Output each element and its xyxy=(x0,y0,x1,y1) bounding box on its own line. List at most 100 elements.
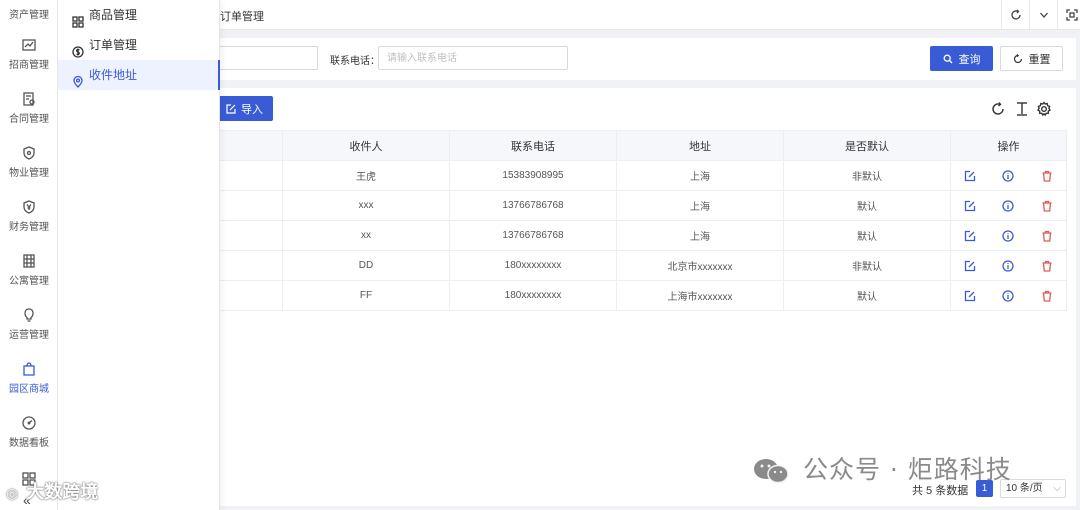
edit-icon[interactable] xyxy=(964,290,976,302)
fullscreen-icon[interactable] xyxy=(1057,0,1080,30)
rail-item-contract[interactable]: 合同管理 xyxy=(0,92,58,138)
column-header-phone[interactable]: 联系电话 xyxy=(449,130,617,161)
cell-address: 北京市xxxxxxx xyxy=(616,250,784,281)
rail-item-label: 物业管理 xyxy=(9,168,49,179)
reset-icon xyxy=(1013,53,1022,63)
shield-icon xyxy=(22,146,36,160)
search-icon xyxy=(943,54,952,63)
info-icon[interactable] xyxy=(1002,289,1015,302)
rail-item-label: 数据看板 xyxy=(9,438,49,449)
watermark-left-text: 大数跨境 xyxy=(26,482,99,502)
info-icon[interactable] xyxy=(1002,169,1015,182)
rail-item-label: 招商管理 xyxy=(9,60,49,71)
rail-item-property[interactable]: 物业管理 xyxy=(0,146,58,192)
submenu-item-label: 商品管理 xyxy=(89,8,138,22)
rail-item-investment[interactable]: 招商管理 xyxy=(0,38,58,84)
cell-default: 非默认 xyxy=(783,160,951,191)
submenu-item-products[interactable]: 商品管理 xyxy=(58,0,220,30)
watermark-text: 公众号 · 炬路科技 xyxy=(802,455,1012,484)
phone-search-input[interactable] xyxy=(378,46,568,70)
cell-actions xyxy=(950,160,1067,191)
submenu-item-orders[interactable]: 订单管理 xyxy=(58,30,220,60)
submenu-flyout: 商品管理 订单管理 收件地址 xyxy=(58,0,220,510)
chevron-down-icon[interactable] xyxy=(1029,0,1057,30)
rail-item-finance[interactable]: 财务管理 xyxy=(0,200,58,246)
delete-icon[interactable] xyxy=(1041,260,1053,272)
query-button[interactable]: 查询 xyxy=(930,46,993,71)
delete-icon[interactable] xyxy=(1041,170,1053,182)
rail-item-apartment[interactable]: 公寓管理 xyxy=(0,254,58,300)
column-height-icon[interactable] xyxy=(1014,101,1030,117)
column-header-actions: 操作 xyxy=(950,130,1067,161)
cell-address: 上海市xxxxxxx xyxy=(616,280,784,311)
info-icon[interactable] xyxy=(1002,259,1015,272)
dashboard-gauge-icon xyxy=(22,416,36,430)
refresh-icon[interactable] xyxy=(1001,0,1029,30)
rail-item-park-mall[interactable]: 园区商城 xyxy=(0,362,58,408)
column-header-default[interactable]: 是否默认 xyxy=(783,130,951,161)
delete-icon[interactable] xyxy=(1041,290,1053,302)
cell-recipient: xx xyxy=(282,220,450,251)
rail-item-label: 公寓管理 xyxy=(9,276,49,287)
column-header-address[interactable]: 地址 xyxy=(616,130,784,161)
cell-address: 上海 xyxy=(616,190,784,221)
reset-button[interactable]: 重置 xyxy=(1000,46,1063,71)
delete-icon[interactable] xyxy=(1041,200,1053,212)
cell-phone: 13766786768 xyxy=(449,190,617,221)
lightbulb-icon xyxy=(22,308,36,322)
cell-recipient: DD xyxy=(282,250,450,281)
column-header-recipient[interactable]: 收件人 xyxy=(282,130,450,161)
submenu-item-label: 订单管理 xyxy=(89,38,138,52)
cell-phone: 180xxxxxxxx xyxy=(449,280,617,311)
cell-recipient: FF xyxy=(282,280,450,311)
edit-icon[interactable] xyxy=(964,200,976,212)
cell-default: 默认 xyxy=(783,280,951,311)
rail-item-dashboard[interactable]: 数据看板 xyxy=(0,416,58,462)
cell-phone: 180xxxxxxxx xyxy=(449,250,617,281)
settings-gear-icon[interactable] xyxy=(1036,101,1052,117)
shopping-bag-icon xyxy=(22,362,36,376)
trend-chart-icon xyxy=(22,38,36,52)
submenu-item-label: 收件地址 xyxy=(89,68,138,82)
watermark-logo: ◎ 大数跨境 xyxy=(6,478,98,504)
rail-item-label: 财务管理 xyxy=(9,222,49,233)
submenu-item-shipping-address[interactable]: 收件地址 xyxy=(58,60,220,90)
name-search-input[interactable] xyxy=(218,46,318,70)
tab-order-management[interactable]: 订单管理 xyxy=(220,8,264,24)
refresh-icon[interactable] xyxy=(990,101,1006,117)
delete-icon[interactable] xyxy=(1041,230,1053,242)
cell-actions xyxy=(950,280,1067,311)
building-icon xyxy=(22,254,36,268)
query-button-label: 查询 xyxy=(958,53,981,66)
rail-item-label: 园区商城 xyxy=(9,384,49,395)
phone-label: 联系电话： xyxy=(330,56,380,67)
contract-icon xyxy=(22,92,36,106)
info-icon[interactable] xyxy=(1002,229,1015,242)
cell-address: 上海 xyxy=(616,160,784,191)
cell-default: 默认 xyxy=(783,220,951,251)
watermark-mark-icon: ◎ xyxy=(6,485,19,501)
cell-actions xyxy=(950,220,1067,251)
watermark-wechat: 公众号 · 炬路科技 xyxy=(752,450,1012,486)
cell-default: 非默认 xyxy=(783,250,951,281)
yen-shield-icon xyxy=(22,200,36,214)
rail-item-label: 运营管理 xyxy=(9,330,49,341)
edit-icon[interactable] xyxy=(964,230,976,242)
cell-actions xyxy=(950,250,1067,281)
edit-icon[interactable] xyxy=(964,170,976,182)
rail-item-asset-label[interactable]: 资产管理 xyxy=(0,6,58,21)
rail-item-operation[interactable]: 运营管理 xyxy=(0,308,58,354)
info-icon[interactable] xyxy=(1002,199,1015,212)
import-icon xyxy=(226,103,236,114)
cell-phone: 15383908995 xyxy=(449,160,617,191)
cell-recipient: 王虎 xyxy=(282,160,450,191)
cell-actions xyxy=(950,190,1067,221)
cell-phone: 13766786768 xyxy=(449,220,617,251)
rail-item-label: 合同管理 xyxy=(9,114,49,125)
grid-icon xyxy=(72,9,84,28)
edit-icon[interactable] xyxy=(964,260,976,272)
cell-default: 默认 xyxy=(783,190,951,221)
cell-recipient: xxx xyxy=(282,190,450,221)
import-button[interactable]: 导入 xyxy=(216,96,273,121)
location-pin-icon xyxy=(72,69,84,88)
